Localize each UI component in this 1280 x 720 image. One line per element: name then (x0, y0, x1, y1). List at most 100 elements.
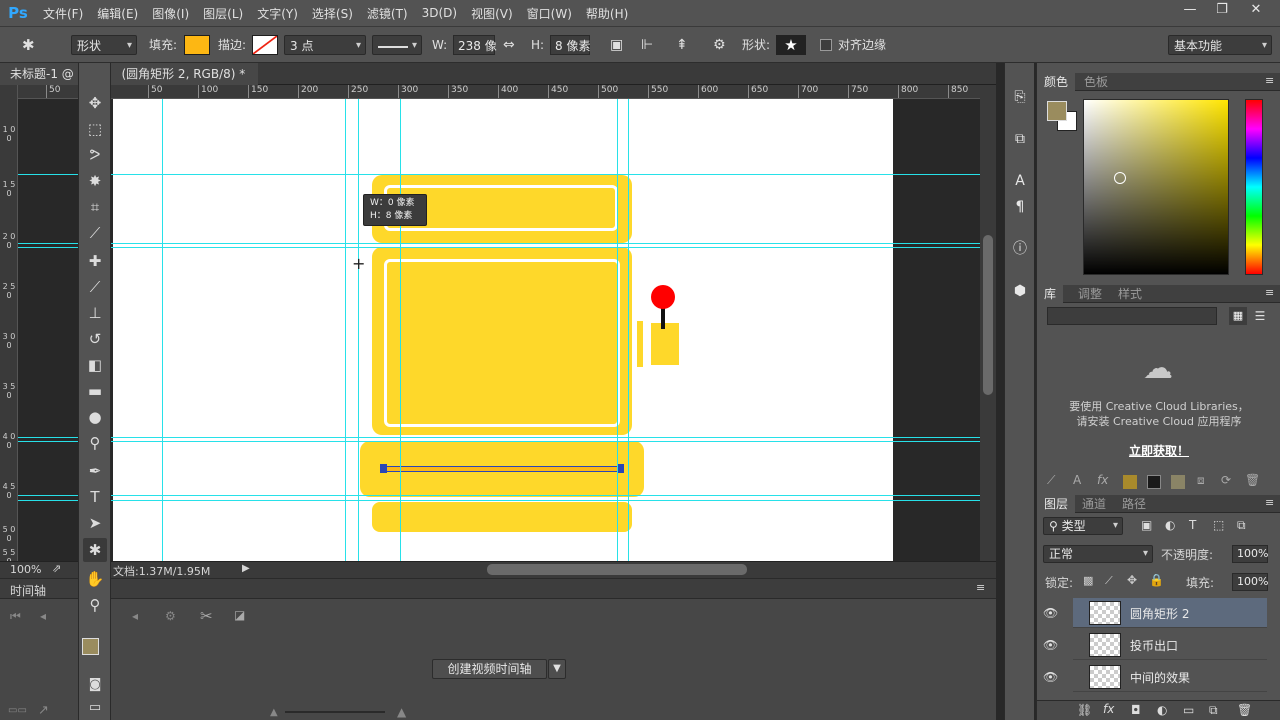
document-size[interactable]: 文档:1.37M/1.95M (113, 563, 210, 579)
render-icon[interactable]: ▭▭ (8, 705, 27, 716)
sync-icon[interactable]: ⟳ (1221, 473, 1231, 487)
filter-adjust-icon[interactable]: ◐ (1165, 518, 1175, 532)
zoom-out-icon[interactable]: ▲ (270, 707, 278, 718)
tab-swatches[interactable]: 色板 (1077, 73, 1115, 91)
zoom-level[interactable]: 100% (10, 563, 41, 576)
middle-panel-shape[interactable] (372, 247, 632, 435)
create-timeline-dropdown[interactable]: ▼ (548, 659, 566, 679)
settings-icon[interactable]: ⚙ (165, 609, 176, 623)
type-tool-icon[interactable]: T (83, 485, 107, 509)
library-swatch-2[interactable] (1147, 475, 1161, 489)
history-panel-icon[interactable]: ⎘ (1008, 85, 1032, 109)
tab-library[interactable]: 库 (1037, 285, 1064, 303)
document-tab[interactable]: 未标题-1 @ (圆角矩形 2, RGB/8) * × (0, 63, 258, 85)
history-brush-tool-icon[interactable]: ↺ (83, 327, 107, 351)
opacity-field[interactable]: 100% (1232, 545, 1268, 563)
step-forward-icon[interactable]: ◂ (132, 609, 138, 623)
layer-name[interactable]: 中间的效果 (1130, 669, 1190, 686)
menu-3d[interactable]: 3D(D) (422, 6, 457, 20)
width-field[interactable]: 238 像 (453, 35, 497, 55)
menu-view[interactable]: 视图(V) (471, 5, 513, 22)
stroke-swatch[interactable] (252, 35, 278, 55)
vertical-scrollbar[interactable] (980, 85, 996, 561)
step-back-icon[interactable]: ◂ (40, 609, 46, 623)
blend-mode-dropdown[interactable]: 正常 (1043, 545, 1153, 563)
tab-layers[interactable]: 图层 (1037, 495, 1076, 513)
layer-name[interactable]: 投币出口 (1130, 637, 1178, 654)
coin-slot-shape[interactable] (372, 502, 632, 532)
share-icon[interactable]: ⇗ (52, 562, 61, 575)
create-video-timeline-button[interactable]: 创建视频时间轴 (432, 659, 547, 679)
link-layers-icon[interactable]: ⛓ (1077, 703, 1092, 717)
paragraph-panel-icon[interactable]: ¶ (1008, 195, 1032, 219)
timeline-title[interactable]: 时间轴 (10, 582, 46, 599)
stroke-type-dropdown[interactable] (372, 35, 422, 56)
new-layer-icon[interactable]: ⧉ (1209, 703, 1218, 718)
custom-shape-tool-icon[interactable]: ✱ (83, 538, 107, 562)
color-picker-field[interactable] (1083, 99, 1229, 275)
status-arrow-icon[interactable]: ▶ (242, 563, 250, 574)
zoom-tool-icon[interactable]: ⚲ (83, 593, 107, 617)
hand-tool-icon[interactable]: ✋ (83, 567, 107, 591)
info-panel-icon[interactable]: ⓘ (1008, 237, 1032, 261)
grid-view-icon[interactable]: ▦ (1229, 307, 1247, 325)
menu-layer[interactable]: 图层(L) (203, 5, 243, 22)
guide-line[interactable] (400, 99, 401, 561)
path-anchor-right[interactable] (617, 464, 624, 473)
gradient-tool-icon[interactable]: ▬ (83, 379, 107, 403)
guide-line[interactable] (617, 99, 618, 561)
close-window-button[interactable]: ✕ (1240, 0, 1272, 22)
library-swatch-1[interactable] (1123, 475, 1137, 489)
layer-filter-dropdown[interactable]: ⚲ 类型 (1043, 517, 1123, 535)
visibility-eye-icon[interactable]: 👁 (1043, 638, 1058, 652)
panel-menu-icon[interactable]: ≡ (1265, 74, 1274, 87)
transition-icon[interactable]: ◪ (234, 608, 245, 622)
vertical-scroll-thumb[interactable] (983, 235, 993, 395)
menu-file[interactable]: 文件(F) (43, 5, 83, 22)
menu-filter[interactable]: 滤镜(T) (367, 5, 408, 22)
stamp-tool-icon[interactable]: ⊥ (83, 301, 107, 325)
fx-icon[interactable]: fx (1097, 473, 1108, 487)
minimize-button[interactable]: — (1174, 0, 1206, 22)
brush-tool-icon[interactable]: ⟋ (83, 275, 107, 299)
filter-shape-icon[interactable]: ⬚ (1213, 518, 1224, 532)
workspace-dropdown[interactable]: 基本功能 (1168, 35, 1272, 56)
filter-smart-icon[interactable]: ⧉ (1237, 518, 1246, 533)
path-operations-icon[interactable]: ▣ (610, 35, 623, 55)
cc-get-link[interactable]: 立即获取！ (1037, 442, 1280, 459)
star-shape-picker[interactable]: ★ (776, 35, 806, 55)
canvas-area[interactable]: W：0 像素 H：8 像素 + (18, 99, 980, 561)
layer-row[interactable]: 👁 圆角矩形 2 (1043, 598, 1267, 628)
magic-wand-tool-icon[interactable]: ✸ (83, 169, 107, 193)
stroke-width-field[interactable]: 3 点 (284, 35, 366, 56)
artboard[interactable] (113, 99, 893, 561)
filter-image-icon[interactable]: ▣ (1141, 518, 1152, 532)
horizontal-scroll-thumb[interactable] (487, 564, 747, 575)
restore-button[interactable]: ❐ (1206, 0, 1238, 22)
adjustment-layer-icon[interactable]: ◐ (1157, 703, 1167, 717)
text-icon[interactable]: A (1073, 473, 1081, 487)
path-alignment-icon[interactable]: ⊩ (641, 35, 653, 55)
tab-styles[interactable]: 样式 (1111, 285, 1149, 303)
menu-help[interactable]: 帮助(H) (586, 5, 628, 22)
height-field[interactable]: 8 像素 (550, 35, 590, 55)
fill-swatch[interactable] (184, 35, 210, 55)
foreground-color-swatch[interactable] (82, 638, 99, 655)
delete-layer-icon[interactable]: 🗑 (1237, 703, 1252, 717)
selected-rounded-rect[interactable] (381, 466, 623, 472)
menu-edit[interactable]: 编辑(E) (97, 5, 138, 22)
lasso-tool-icon[interactable]: ᕗ (83, 143, 107, 167)
character-panel-icon[interactable]: A (1008, 169, 1032, 193)
lock-all-icon[interactable]: 🔒 (1149, 573, 1164, 587)
panel-menu-icon[interactable]: ≡ (1265, 286, 1274, 299)
library-swatch-3[interactable] (1171, 475, 1185, 489)
path-arrangement-icon[interactable]: ⇞ (676, 35, 688, 55)
3d-panel-icon[interactable]: ⬢ (1008, 279, 1032, 303)
lever-bar-shape[interactable] (637, 321, 643, 367)
fill-field[interactable]: 100% (1232, 573, 1268, 591)
guide-line[interactable] (628, 99, 629, 561)
tab-channels[interactable]: 通道 (1075, 495, 1113, 513)
gear-icon[interactable]: ⚙ (713, 35, 726, 55)
color-foreground-swatch[interactable] (1047, 101, 1067, 121)
export-icon[interactable]: ↗ (38, 703, 49, 718)
